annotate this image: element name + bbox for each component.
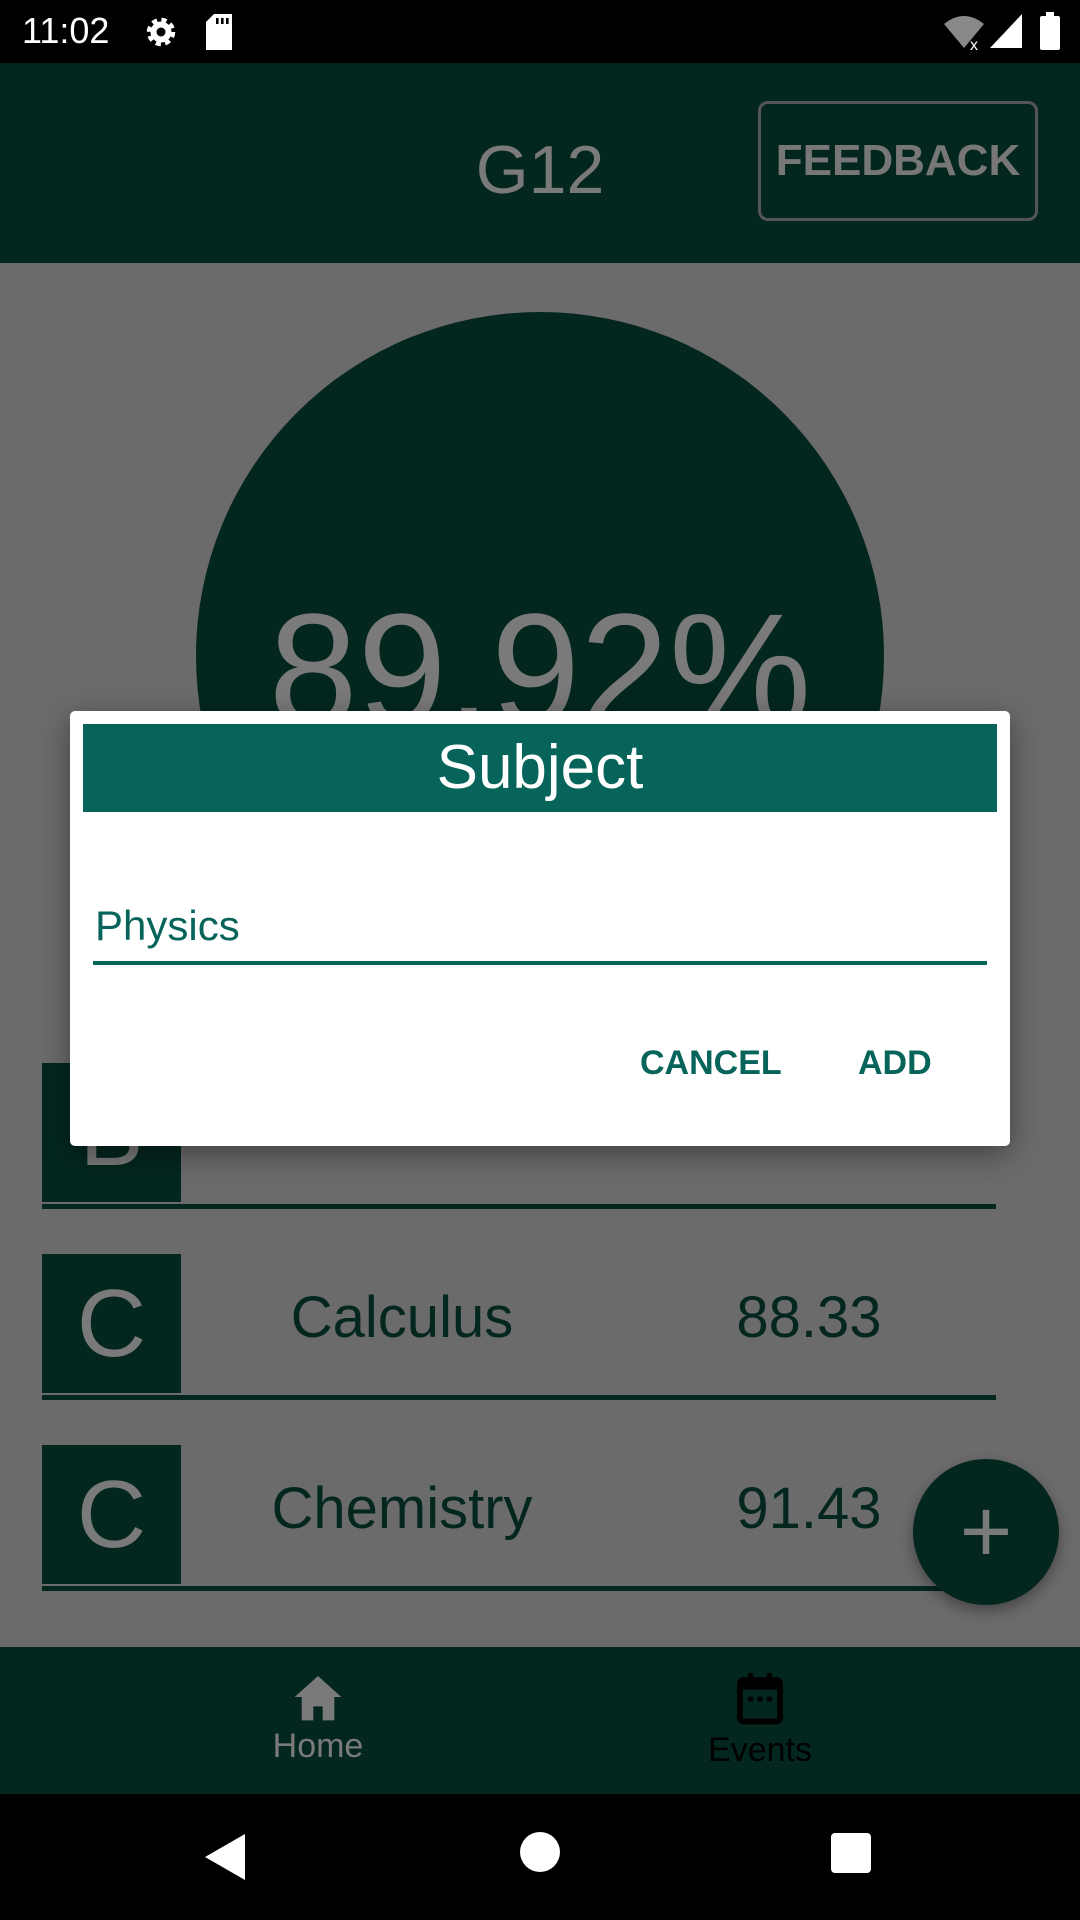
subject-row[interactable]: C Chemistry 91.43 <box>42 1445 996 1591</box>
subject-score: 88.33 <box>736 1285 882 1350</box>
subject-name: Calculus <box>290 1285 514 1350</box>
nav-item-events[interactable]: Events <box>610 1647 910 1794</box>
wifi-off-icon: x <box>944 16 984 50</box>
home-circle-icon[interactable] <box>520 1832 560 1872</box>
nav-label: Events <box>708 1731 812 1769</box>
recents-icon[interactable] <box>831 1833 871 1873</box>
system-nav-bar <box>0 1794 1080 1920</box>
subject-row[interactable]: C Calculus 88.33 <box>42 1254 996 1400</box>
clock: 11:02 <box>22 10 110 51</box>
grade-badge: C <box>42 1445 181 1584</box>
dialog-title: Subject <box>83 724 997 812</box>
settings-icon <box>146 17 176 47</box>
home-icon <box>294 1676 342 1721</box>
signal-icon <box>990 14 1022 48</box>
status-bar: 11:02 x <box>0 0 1080 63</box>
svg-text:x: x <box>970 37 978 50</box>
subject-dialog: Subject CANCEL ADD <box>70 711 1010 1146</box>
subject-name: Chemistry <box>271 1476 533 1541</box>
nav-item-home[interactable]: Home <box>168 1647 468 1794</box>
back-icon[interactable] <box>205 1834 245 1880</box>
subject-score: 91.43 <box>736 1476 882 1541</box>
add-subject-fab[interactable]: + <box>913 1459 1059 1605</box>
nav-label: Home <box>272 1727 364 1765</box>
sd-card-icon <box>206 14 232 50</box>
grade-badge: C <box>42 1254 181 1393</box>
calendar-icon <box>736 1673 784 1725</box>
add-button[interactable]: ADD <box>858 1044 932 1083</box>
battery-icon <box>1040 12 1060 50</box>
feedback-button[interactable]: FEEDBACK <box>758 101 1038 221</box>
subject-name-input[interactable] <box>93 891 987 965</box>
cancel-button[interactable]: CANCEL <box>640 1044 782 1083</box>
app-bar: G12 FEEDBACK <box>0 63 1080 263</box>
plus-icon: + <box>959 1481 1013 1582</box>
bottom-nav: Home Events <box>0 1647 1080 1794</box>
